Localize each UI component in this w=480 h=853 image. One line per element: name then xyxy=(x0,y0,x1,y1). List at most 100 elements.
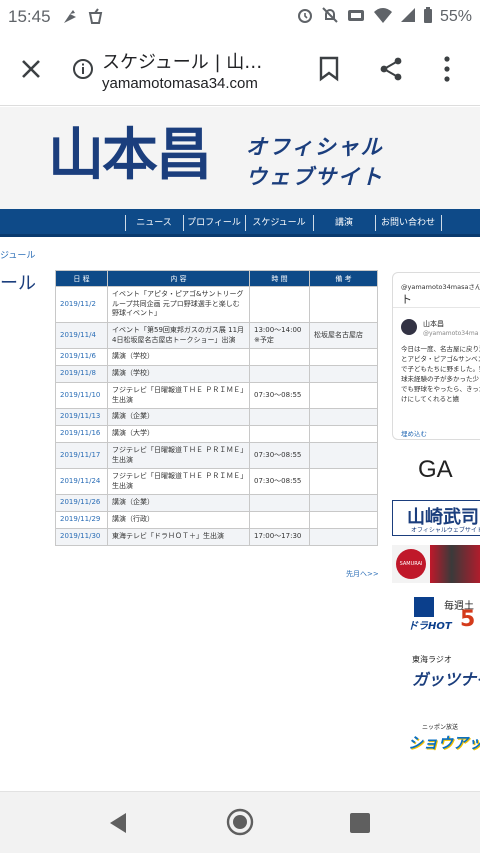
cell-date[interactable]: 2019/11/8 xyxy=(55,365,108,383)
brand-subtitle-line1: オフィシャル xyxy=(246,134,384,159)
cell-content: 講演（大学） xyxy=(107,425,250,443)
site-header: 山本昌 オフィシャル ウェブサイト xyxy=(0,107,480,209)
more-vert-icon[interactable] xyxy=(442,54,452,84)
cell-date[interactable]: 2019/11/17 xyxy=(55,442,108,469)
cell-date[interactable]: 2019/11/29 xyxy=(55,511,108,529)
twitter-widget: @yamamoto34masaさんの ト 山本昌 @yamamoto34ma 今… xyxy=(392,272,480,440)
nav-separator xyxy=(441,215,442,231)
status-bar: 15:45 55% xyxy=(0,0,480,34)
home-icon[interactable] xyxy=(226,808,254,836)
guts-show-title: ガッツナイ xyxy=(412,670,480,689)
table-row: 2019/11/10 フジテレビ「日曜報道ＴＨＥ ＰＲＩＭＥ」生出演 07:30… xyxy=(55,382,378,409)
samurai-mail-photo xyxy=(430,545,480,583)
nav-lecture[interactable]: 講演 xyxy=(313,209,375,237)
cell-time: 17:00～17:30 xyxy=(249,528,310,546)
brand-logo[interactable]: 山本昌 xyxy=(48,120,212,190)
battery-percent: 55% xyxy=(439,8,472,25)
table-row: 2019/11/24 フジテレビ「日曜報道ＴＨＥ ＰＲＩＭＥ」生出演 07:30… xyxy=(55,468,378,495)
banner-dora-hot[interactable]: ドラHOT 毎週土 5 xyxy=(392,595,480,635)
table-row: 2019/11/30 東海テレビ「ドラＨＯＴ＋」生出演 17:00～17:30 xyxy=(55,528,378,546)
cell-note xyxy=(309,468,378,495)
nav-contact[interactable]: お問い合わせ xyxy=(375,209,441,237)
banner-guts-night[interactable]: 東海ラジオ ガッツナイ xyxy=(392,650,480,694)
cell-date[interactable]: 2019/11/2 xyxy=(55,286,108,323)
url-host[interactable]: yamamotomasa34.com xyxy=(102,75,258,92)
dora-hot-title: ドラHOT xyxy=(408,621,452,632)
share-icon[interactable] xyxy=(378,56,404,82)
cell-content: 講演（学校） xyxy=(107,348,250,366)
cell-content: フジテレビ「日曜報道ＴＨＥ ＰＲＩＭＥ」生出演 xyxy=(107,468,250,495)
cell-note xyxy=(309,382,378,409)
mute-icon xyxy=(321,6,339,29)
cell-date[interactable]: 2019/11/6 xyxy=(55,348,108,366)
samurai-mail-logo: SAMURAI MAIL xyxy=(396,549,426,579)
banner-showup-nighter[interactable]: ニッポン放送 ショウアップナ xyxy=(392,720,480,768)
cell-date[interactable]: 2019/11/10 xyxy=(55,382,108,409)
cell-note xyxy=(309,425,378,443)
page-title[interactable]: スケジュール | 山… xyxy=(102,48,292,74)
recents-icon[interactable] xyxy=(350,813,370,833)
cell-date[interactable]: 2019/11/4 xyxy=(55,322,108,349)
screen: 15:45 55% スケジュール | 山… yamamotomasa34.com… xyxy=(0,0,480,853)
cell-time: 13:00～14:00 ※予定 xyxy=(249,322,310,349)
cell-time: 07:30～08:55 xyxy=(249,468,310,495)
wifi-icon xyxy=(373,6,393,29)
divider xyxy=(393,307,480,308)
cell-note xyxy=(309,494,378,512)
header-note: 備 考 xyxy=(309,270,378,287)
cell-date[interactable]: 2019/11/24 xyxy=(55,468,108,495)
status-time: 15:45 xyxy=(8,7,51,26)
banner-ga-link[interactable]: GA Lin xyxy=(392,450,480,490)
guts-station: 東海ラジオ xyxy=(412,655,452,664)
cell-time xyxy=(249,494,310,512)
system-nav-bar xyxy=(0,791,480,853)
cross-icon xyxy=(414,597,434,617)
avatar[interactable] xyxy=(401,319,417,335)
show-title: ショウアップナ xyxy=(408,734,480,752)
table-row: 2019/11/26 講演（企業） xyxy=(55,494,378,512)
cell-date[interactable]: 2019/11/30 xyxy=(55,528,108,546)
info-icon[interactable] xyxy=(72,58,94,80)
twitter-widget-title[interactable]: @yamamoto34masaさんの xyxy=(401,281,480,291)
nav-profile[interactable]: プロフィール xyxy=(183,209,245,237)
tweet-author-name[interactable]: 山本昌 xyxy=(423,319,444,329)
embed-link[interactable]: 埋め込む xyxy=(401,428,427,438)
cell-note xyxy=(309,528,378,546)
site-nav: ニュース プロフィール スケジュール 講演 お問い合わせ xyxy=(0,209,480,237)
cell-time xyxy=(249,286,310,323)
status-right: 55% xyxy=(296,0,472,34)
cell-time xyxy=(249,408,310,426)
brand-subtitle-line2: ウェブサイト xyxy=(246,164,384,189)
back-icon[interactable] xyxy=(108,812,128,834)
table-row: 2019/11/2 イベント「アピタ・ピアゴ&サントリーグループ共同企画 元プロ… xyxy=(55,286,378,323)
nav-schedule[interactable]: スケジュール xyxy=(245,209,313,237)
table-row: 2019/11/13 講演（企業） xyxy=(55,408,378,426)
table-row: 2019/11/17 フジテレビ「日曜報道ＴＨＥ ＰＲＩＭＥ」生出演 07:30… xyxy=(55,442,378,469)
table-row: 2019/11/4 イベント「第59回東邦ガスのガス展 11月4日松坂屋名古屋店… xyxy=(55,322,378,349)
banner-yamasaki-subtitle: オフィシャルウェブサイト xyxy=(411,527,480,534)
cell-date[interactable]: 2019/11/16 xyxy=(55,425,108,443)
close-icon[interactable] xyxy=(18,56,44,82)
cell-note xyxy=(309,286,378,323)
nav-news[interactable]: ニュース xyxy=(125,209,183,237)
cell-content: フジテレビ「日曜報道ＴＨＥ ＰＲＩＭＥ」生出演 xyxy=(107,382,250,409)
cell-note: 松坂屋名古屋店 xyxy=(309,322,378,349)
cell-content: イベント「第59回東邦ガスのガス展 11月4日松坂屋名古屋店トークショー」出演 xyxy=(107,322,250,349)
banner-yamasaki[interactable]: 山崎武司 オフィシャルウェブサイト xyxy=(392,500,480,536)
breadcrumb[interactable]: ジュール xyxy=(0,248,35,261)
prev-month-link[interactable]: 先月へ>> xyxy=(346,569,379,579)
signal-icon xyxy=(400,6,416,29)
cell-note xyxy=(309,511,378,529)
cell-date[interactable]: 2019/11/13 xyxy=(55,408,108,426)
browser-toolbar: スケジュール | 山… yamamotomasa34.com xyxy=(0,34,480,106)
bookmark-icon[interactable] xyxy=(318,56,340,82)
cell-note xyxy=(309,348,378,366)
header-time: 時 間 xyxy=(249,270,310,287)
schedule-table: 日 程 内 容 時 間 備 考 2019/11/2 イベント「アピタ・ピアゴ&サ… xyxy=(55,270,378,546)
tweet-author-handle[interactable]: @yamamoto34ma xyxy=(423,330,478,337)
show-station: ニッポン放送 xyxy=(422,724,459,731)
table-header-row: 日 程 内 容 時 間 備 考 xyxy=(55,270,378,287)
banner-samurai-mail[interactable]: SAMURAI MAIL xyxy=(392,545,480,583)
cell-date[interactable]: 2019/11/26 xyxy=(55,494,108,512)
cell-content: 講演（企業） xyxy=(107,494,250,512)
